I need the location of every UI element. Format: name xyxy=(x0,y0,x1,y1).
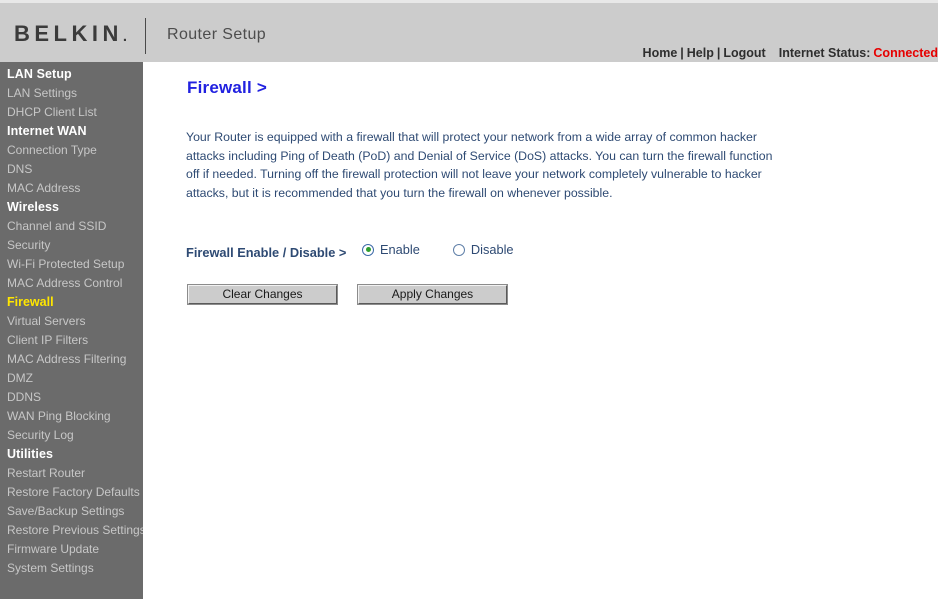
sidebar-item-client-ip-filters[interactable]: Client IP Filters xyxy=(0,331,143,350)
sidebar-item-dns[interactable]: DNS xyxy=(0,160,143,179)
sidebar-item-restore-previous-settings[interactable]: Restore Previous Settings xyxy=(0,521,146,540)
sidebar-item-security-log[interactable]: Security Log xyxy=(0,426,143,445)
header-nav: Home | Help | Logout Internet Status: Co… xyxy=(643,45,938,61)
sidebar-item-mac-address[interactable]: MAC Address xyxy=(0,179,143,198)
sidebar-group-lan-setup: LAN Setup xyxy=(7,67,72,81)
radio-label-enable: Enable xyxy=(380,242,420,257)
radio-option-disable[interactable]: Disable xyxy=(452,242,514,257)
help-link[interactable]: Help xyxy=(687,46,714,60)
sidebar-item-wifi-protected-setup[interactable]: Wi-Fi Protected Setup xyxy=(0,255,143,274)
sidebar-item-security[interactable]: Security xyxy=(0,236,143,255)
sidebar-group-internet-wan: Internet WAN xyxy=(7,124,87,138)
clear-changes-button[interactable]: Clear Changes xyxy=(187,284,338,305)
page-title: Firewall > xyxy=(187,78,267,97)
sidebar-item-firewall[interactable]: Firewall xyxy=(0,293,143,312)
apply-changes-button[interactable]: Apply Changes xyxy=(357,284,508,305)
firewall-enable-disable-label: Firewall Enable / Disable > xyxy=(186,245,347,260)
belkin-logo-dot: . xyxy=(122,28,128,45)
sidebar-item-connection-type[interactable]: Connection Type xyxy=(0,141,143,160)
sidebar-group-wireless: Wireless xyxy=(7,200,60,214)
radio-option-enable[interactable]: Enable xyxy=(362,242,420,257)
action-button-row: Clear Changes Apply Changes xyxy=(187,284,508,305)
firewall-radio-group: Enable Disable xyxy=(362,242,547,257)
firewall-enable-disable-row: Firewall Enable / Disable > Enable Disab… xyxy=(186,242,786,264)
firewall-description: Your Router is equipped with a firewall … xyxy=(186,130,773,200)
sidebar-item-wan-ping-blocking[interactable]: WAN Ping Blocking xyxy=(0,407,143,426)
main-content: Firewall > Your Router is equipped with … xyxy=(143,62,938,599)
nav-separator-1: | xyxy=(680,46,684,60)
sidebar-item-dmz[interactable]: DMZ xyxy=(0,369,143,388)
sidebar-group-utilities: Utilities xyxy=(7,447,54,461)
sidebar-item-mac-address-filtering[interactable]: MAC Address Filtering xyxy=(0,350,143,369)
button-gap xyxy=(337,285,358,304)
logout-link[interactable]: Logout xyxy=(723,46,765,60)
radio-unselected-icon[interactable] xyxy=(452,243,465,256)
radio-label-disable: Disable xyxy=(470,242,514,257)
sidebar-item-save-backup-settings[interactable]: Save/Backup Settings xyxy=(0,502,143,521)
internet-status-value: Connected xyxy=(873,46,938,60)
sidebar-item-restart-router[interactable]: Restart Router xyxy=(0,464,143,483)
home-link[interactable]: Home xyxy=(643,46,678,60)
sidebar-item-firmware-update[interactable]: Firmware Update xyxy=(0,540,143,559)
internet-status-label: Internet Status: xyxy=(778,46,871,60)
sidebar-item-lan-settings[interactable]: LAN Settings xyxy=(0,84,143,103)
sidebar-nav: LAN Setup LAN Settings DHCP Client List … xyxy=(0,62,146,599)
app-title: Router Setup xyxy=(167,26,267,43)
sidebar-item-ddns[interactable]: DDNS xyxy=(0,388,143,407)
sidebar-item-system-settings[interactable]: System Settings xyxy=(0,559,143,578)
router-setup-page: BELKIN. Router Setup Home | Help | Logou… xyxy=(0,0,938,599)
belkin-logo-text: BELKIN xyxy=(14,21,123,46)
nav-separator-2: | xyxy=(716,46,721,60)
belkin-logo: BELKIN. xyxy=(14,21,127,47)
sidebar-item-channel-and-ssid[interactable]: Channel and SSID xyxy=(0,217,143,236)
sidebar-item-virtual-servers[interactable]: Virtual Servers xyxy=(0,312,143,331)
radio-selected-icon[interactable] xyxy=(362,243,374,256)
sidebar-item-dhcp-client-list[interactable]: DHCP Client List xyxy=(0,103,143,122)
header-divider xyxy=(145,18,146,54)
sidebar-item-restore-factory-defaults[interactable]: Restore Factory Defaults xyxy=(0,483,143,502)
sidebar-item-mac-address-control[interactable]: MAC Address Control xyxy=(0,274,143,293)
